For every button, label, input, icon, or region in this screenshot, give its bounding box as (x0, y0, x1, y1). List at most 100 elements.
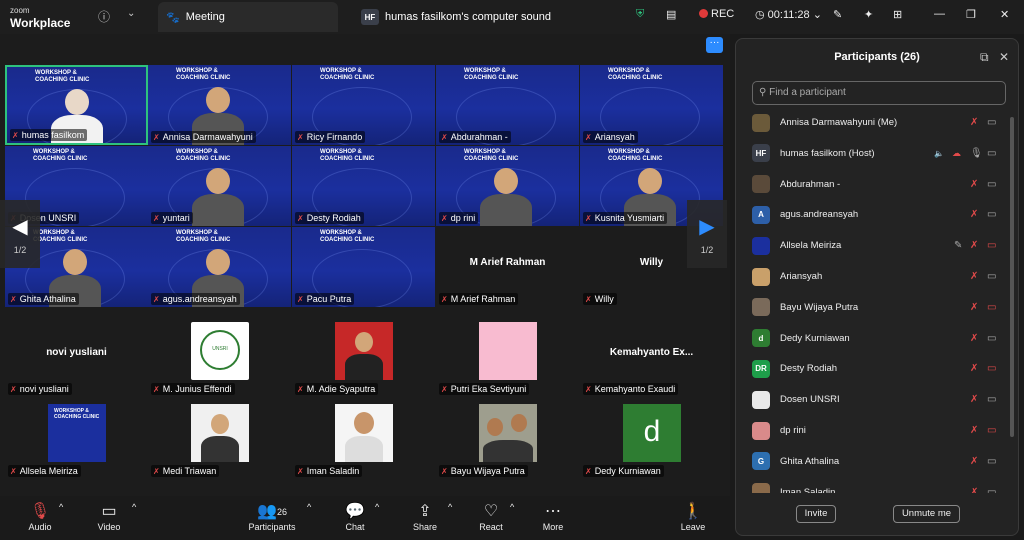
rename-icon[interactable]: ✎ (954, 240, 962, 251)
video-tile[interactable]: ✗ M. Adie Syaputra (292, 317, 435, 397)
leave-button[interactable]: 🚶 Leave (678, 502, 708, 532)
participant-name-label: ✗ M Arief Rahman (439, 293, 519, 305)
share-options-caret[interactable]: ^ (448, 502, 452, 512)
react-button[interactable]: ♡ React (476, 502, 506, 532)
video-tile[interactable]: WORKSHOP & COACHING CLINIC ✗ yuntari (148, 146, 291, 226)
meeting-timer[interactable]: ◷ 00:11:28 ⌄ (755, 8, 822, 21)
previous-page-button[interactable]: ◀ 1/2 (0, 200, 40, 268)
more-options-icon[interactable]: ··· (706, 37, 723, 53)
workshop-banner: WORKSHOP & COACHING CLINIC (35, 70, 90, 83)
video-tile[interactable]: ✗ Putri Eka Sevtiyuni (436, 317, 579, 397)
muted-mic-icon: ✗ (585, 214, 592, 223)
workshop-banner: WORKSHOP & COACHING CLINIC (320, 230, 375, 243)
close-icon[interactable]: ✕ (999, 50, 1009, 64)
chevron-down-icon[interactable]: ⌄ (127, 8, 135, 19)
document-icon[interactable]: ▤ (666, 8, 676, 21)
tab-computer-sound[interactable]: HF humas fasilkom's computer sound (355, 2, 595, 32)
react-options-caret[interactable]: ^ (510, 502, 514, 512)
annotate-icon[interactable]: ✎ (833, 8, 842, 21)
participants-options-caret[interactable]: ^ (307, 502, 311, 512)
tab-meeting[interactable]: 🐾 Meeting (158, 2, 338, 32)
avatar: HF (752, 144, 770, 163)
participant-name: Annisa Darmawahyuni (Me) (780, 117, 898, 128)
participant-row[interactable]: G Ghita Athalina ✗ ▭ (736, 446, 1020, 477)
shield-icon[interactable]: ⛨ (636, 8, 644, 21)
participant-list-scrollbar[interactable] (1010, 117, 1014, 437)
participant-search-input[interactable]: ⚲ Find a participant (752, 81, 1006, 105)
participant-name-label: ✗ novi yusliani (8, 383, 72, 395)
minimize-icon[interactable]: — (934, 8, 945, 20)
participant-row[interactable]: Dosen UNSRI ✗ ▭ (736, 384, 1020, 415)
video-icon: ▭ (987, 271, 997, 282)
recording-indicator[interactable]: REC (699, 8, 734, 20)
audio-button[interactable]: 🎙 Audio (24, 502, 56, 532)
video-tile[interactable]: WORKSHOP & COACHING CLINIC ✗ Pacu Putra (292, 227, 435, 307)
muted-mic-icon: ✗ (441, 385, 448, 394)
video-tile[interactable]: WORKSHOP & COACHING CLINIC ✗ Ricy Firnando (292, 65, 435, 145)
restore-icon[interactable]: ❐ (966, 8, 976, 21)
participant-row[interactable]: Bayu Wijaya Putra ✗ ▭ (736, 292, 1020, 323)
participant-row[interactable]: DR Desty Rodiah ✗ ▭ (736, 353, 1020, 384)
video-tile[interactable]: Kemahyanto Ex... ✗ Kemahyanto Exaudi (580, 317, 723, 397)
video-tile[interactable]: d ✗ Dedy Kurniawan (580, 399, 723, 479)
video-tile[interactable]: WORKSHOP & COACHING CLINIC ✗ humas fasilkom (5, 65, 148, 145)
video-tile[interactable]: WORKSHOP & COACHING CLINIC ✗ Desty Rodiah (292, 146, 435, 226)
participant-name-label: ✗ Ariansyah (583, 131, 638, 143)
chat-button[interactable]: 💬 Chat (340, 502, 370, 532)
share-button[interactable]: ⇪ Share (410, 502, 440, 532)
participant-row[interactable]: Abdurahman - ✗ ▭ (736, 169, 1020, 200)
video-tile[interactable]: M Arief Rahman ✗ M Arief Rahman (436, 227, 579, 307)
invite-button[interactable]: Invite (796, 505, 836, 523)
participant-face (638, 168, 662, 194)
chat-options-caret[interactable]: ^ (375, 502, 379, 512)
unmute-me-button[interactable]: Unmute me (893, 505, 960, 523)
avatar (752, 236, 770, 255)
participant-row[interactable]: d Dedy Kurniawan ✗ ▭ (736, 323, 1020, 354)
participant-row[interactable]: Annisa Darmawahyuni (Me) ✗ ▭ (736, 107, 1020, 138)
workshop-banner: WORKSHOP & COACHING CLINIC (608, 68, 663, 81)
participant-row[interactable]: Allsela Meiriza ✎ ✗ ▭ (736, 230, 1020, 261)
video-tile[interactable]: WORKSHOP & COACHING CLINIC ✗ Annisa Darmawa… (148, 65, 291, 145)
participant-body (192, 194, 244, 226)
participant-row[interactable]: Ariansyah ✗ ▭ (736, 261, 1020, 292)
video-tile[interactable]: UNSRI ✗ M. Junius Effendi (148, 317, 291, 397)
video-tile[interactable]: WORKSHOP & COACHING CLINIC ✗ Ariansyah (580, 65, 723, 145)
participant-name-label: ✗ M. Adie Syaputra (295, 383, 379, 395)
audio-options-caret[interactable]: ^ (59, 502, 63, 512)
panel-title: Participants (26) (834, 51, 920, 63)
search-icon: ⚲ (759, 87, 770, 98)
pop-out-icon[interactable]: ⧉ (980, 50, 989, 65)
participant-row[interactable]: dp rini ✗ ▭ (736, 415, 1020, 446)
close-icon[interactable]: ✕ (1000, 8, 1009, 21)
avatar (752, 483, 770, 493)
video-tile[interactable]: WORKSHOP & COACHING CLINIC ✗ dp rini (436, 146, 579, 226)
video-tile[interactable]: WORKSHOP & COACHING CLINIC ✗ Allsela Meiriz… (5, 399, 148, 479)
participant-row[interactable]: Iman Saladin ✗ ▭ (736, 477, 1020, 493)
avatar (752, 421, 770, 440)
arrow-right-icon: ▶ (699, 216, 715, 238)
video-icon: ▭ (987, 209, 997, 221)
video-tile[interactable]: ✗ Medi Triawan (148, 399, 291, 479)
participant-name: Desty Rodiah (780, 363, 838, 375)
video-tile[interactable]: ✗ Iman Saladin (292, 399, 435, 479)
record-icon (699, 9, 708, 18)
participant-row[interactable]: HF humas fasilkom (Host) 🔈 ☁ 🎙 ▭ (736, 138, 1020, 169)
apps-grid-icon[interactable]: ⊞ (893, 8, 902, 21)
video-tile[interactable]: novi yusliani ✗ novi yusliani (5, 317, 148, 397)
participant-face (63, 249, 87, 275)
participant-row[interactable]: Aagus.andreansyah ✗ ▭ (736, 199, 1020, 230)
muted-mic-icon: ✗ (970, 332, 979, 344)
video-options-caret[interactable]: ^ (132, 502, 136, 512)
workshop-banner: WORKSHOP & COACHING CLINIC (33, 230, 88, 243)
video-thumbnail (479, 404, 537, 462)
info-icon[interactable]: ⓘ (98, 8, 110, 25)
participants-button[interactable]: 👥26 Participants (246, 502, 298, 532)
video-button[interactable]: ▭ Video (93, 502, 125, 532)
video-tile[interactable]: ✗ Bayu Wijaya Putra (436, 399, 579, 479)
video-tile[interactable]: WORKSHOP & COACHING CLINIC ✗ agus.andreansy… (148, 227, 291, 307)
university-logo-image: UNSRI (191, 322, 249, 380)
video-tile[interactable]: WORKSHOP & COACHING CLINIC ✗ Abdurahman - (436, 65, 579, 145)
sparkle-icon[interactable]: ✦ (864, 8, 873, 21)
next-page-button[interactable]: ▶ 1/2 (687, 200, 727, 268)
more-button[interactable]: ⋯ More (538, 502, 568, 532)
